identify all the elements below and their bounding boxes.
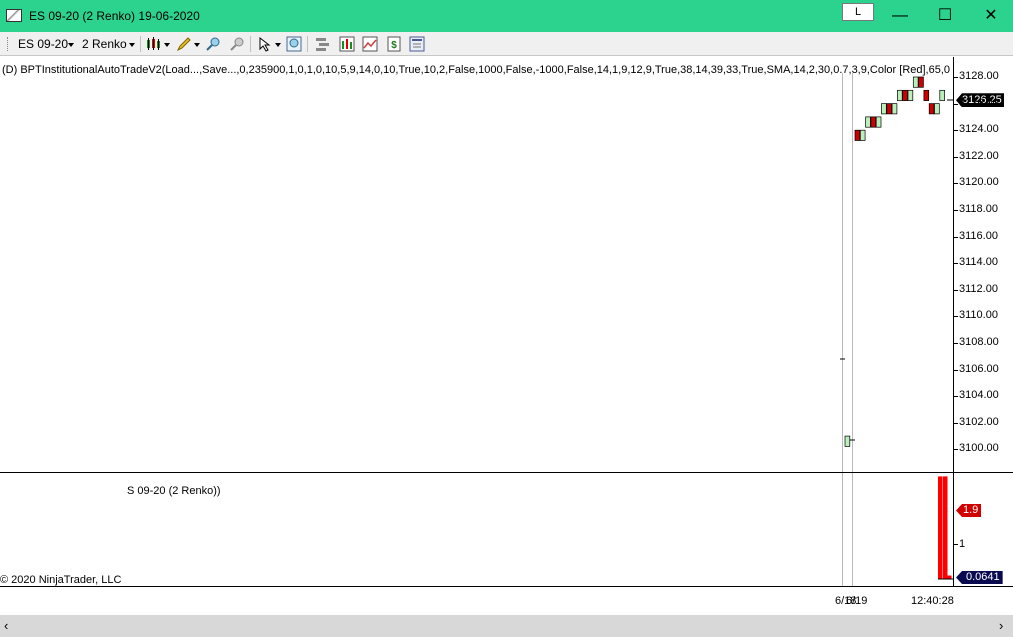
zoom-out-icon[interactable] (229, 36, 245, 52)
renko-brick (854, 129, 861, 141)
time-axis[interactable]: 6/18 6/19 12:40:28 (0, 586, 1013, 614)
svg-text:$: $ (391, 40, 397, 51)
histogram-bar (943, 476, 948, 579)
window-title: ES 09-20 (2 Renko) 19-06-2020 (29, 9, 200, 23)
lower-value-marker: 0.0641 (956, 571, 1003, 584)
renko-brick (918, 76, 924, 88)
tick-mark (954, 156, 958, 158)
indicator-tick-label: 1 (959, 538, 966, 550)
renko-brick (928, 103, 935, 115)
tick-mark (954, 130, 958, 132)
data-series-icon[interactable] (315, 36, 331, 52)
link-button[interactable]: L (842, 3, 874, 21)
chart-toolbar: ES 09-20 2 Renko $ (0, 32, 1013, 56)
scroll-left-icon[interactable]: ‹ (4, 618, 8, 633)
price-tick-label: 3108.00 (959, 336, 999, 348)
price-tick-label: 3102.00 (959, 415, 999, 428)
histogram-chart (938, 476, 953, 580)
price-tick-label: 3116.00 (959, 229, 998, 242)
horizontal-scrollbar[interactable]: ‹ › (0, 615, 1013, 637)
tick-mark (954, 544, 958, 545)
upper-value-marker: 1.9 (956, 504, 982, 517)
indicator-panel[interactable]: S 09-20 (2 Renko)) © 2020 NinjaTrader, L… (0, 473, 953, 586)
tick-mark (954, 343, 958, 344)
price-tick-label: 3100.00 (959, 442, 999, 455)
strategies-icon[interactable] (362, 36, 378, 52)
price-tick-label: 3114.00 (959, 256, 998, 269)
minimize-button[interactable]: — (889, 6, 911, 26)
renko-brick (870, 116, 877, 128)
renko-brick (902, 89, 908, 101)
toolbar-separator (140, 36, 141, 52)
tick-mark (954, 103, 958, 105)
renko-brick (886, 103, 892, 115)
bar-type-dropdown-icon[interactable] (129, 43, 135, 47)
renko-brick (881, 103, 887, 115)
instrument-dropdown-icon[interactable] (68, 43, 74, 47)
price-tick-label: 3118.00 (959, 203, 998, 215)
chart-app-icon (6, 9, 22, 22)
renko-brick (891, 103, 898, 115)
scroll-right-icon[interactable]: › (999, 618, 1003, 633)
maximize-button[interactable]: ☐ (934, 6, 956, 26)
price-tick-label: 3106.00 (959, 362, 999, 375)
renko-brick (897, 89, 903, 101)
title-bar: ES 09-20 (2 Renko) 19-06-2020 L — ☐ ✕ (0, 0, 1013, 32)
renko-chart[interactable] (0, 57, 953, 472)
price-tick-label: 3110.00 (959, 309, 998, 322)
tick-mark (954, 369, 958, 371)
price-tick-label: 3122.00 (959, 149, 999, 162)
toolbar-separator (250, 36, 251, 52)
cursor-dropdown-icon[interactable] (275, 43, 281, 47)
price-tick-label: 3112.00 (959, 282, 998, 295)
dollar-icon[interactable]: $ (386, 36, 402, 52)
tick-mark (954, 449, 958, 451)
instrument-selector[interactable]: ES 09-20 (18, 37, 68, 51)
tick-mark (954, 263, 958, 265)
renko-brick (907, 89, 914, 101)
zoom-in-icon[interactable] (205, 36, 221, 52)
renko-brick (912, 76, 919, 88)
renko-brick (923, 89, 930, 101)
tick-mark (954, 289, 958, 291)
renko-brick (844, 435, 851, 447)
drawing-tools-dropdown-icon[interactable] (194, 43, 200, 47)
properties-icon[interactable] (409, 36, 425, 52)
histogram-bar (938, 476, 943, 579)
histogram-bar (947, 575, 952, 579)
price-tick-label: 3104.00 (959, 389, 999, 402)
close-button[interactable]: ✕ (980, 6, 1002, 26)
tick-mark (954, 210, 958, 211)
tick-mark (954, 316, 958, 318)
date-label: 6/19 (846, 595, 868, 607)
indicators-icon[interactable] (339, 36, 355, 52)
candlestick-style-icon[interactable] (146, 36, 162, 52)
time-label: 12:40:28 (911, 595, 954, 607)
price-panel[interactable]: (D) BPTInstitutionalAutoTradeV2(Load...,… (0, 57, 953, 586)
renko-brick (939, 89, 945, 101)
bar-type-selector[interactable]: 2 Renko (82, 37, 127, 51)
chart-style-dropdown-icon[interactable] (164, 43, 170, 47)
price-axis[interactable]: 3126.25 3128.00 3126.00 3124.00 3122.00 3120… (953, 57, 1013, 472)
magnifier-icon[interactable] (286, 36, 302, 52)
price-tick-label: 3120.00 (959, 176, 999, 189)
tick-mark (954, 236, 958, 238)
toolbar-separator (307, 36, 308, 52)
tick-mark (954, 77, 958, 78)
price-tick-label: 3124.00 (959, 123, 999, 136)
renko-brick (934, 103, 940, 115)
renko-brick (875, 116, 882, 128)
tick-mark (954, 183, 958, 185)
toolbar-grip[interactable] (7, 37, 9, 51)
tick-mark (954, 396, 958, 398)
price-tick-label: 3128.00 (959, 70, 999, 82)
price-tick-label: 3126.00 (959, 96, 999, 109)
renko-brick (859, 129, 866, 141)
renko-brick (865, 116, 871, 128)
pencil-icon[interactable] (176, 36, 192, 52)
indicator-axis[interactable]: 1.9 1 0.0641 (953, 473, 1013, 586)
tick-mark (954, 422, 958, 424)
pointer-icon[interactable] (257, 36, 273, 52)
